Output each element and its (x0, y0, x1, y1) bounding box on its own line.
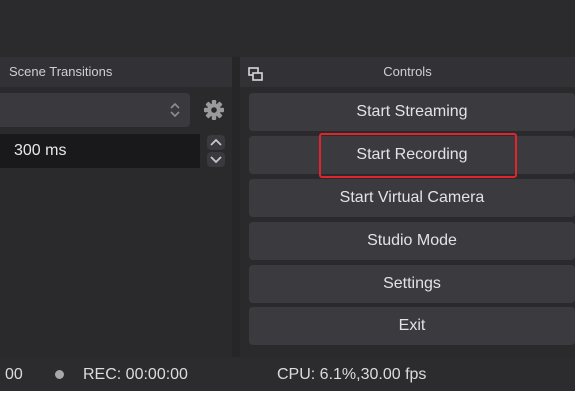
exit-button[interactable]: Exit (249, 307, 575, 345)
start-virtual-camera-button[interactable]: Start Virtual Camera (249, 179, 575, 217)
select-arrows-icon (168, 100, 182, 120)
transition-select[interactable] (0, 93, 190, 127)
start-recording-button[interactable]: Start Recording (249, 136, 575, 174)
record-dot-icon (55, 370, 64, 379)
top-area (0, 0, 575, 56)
spin-up-icon (210, 138, 222, 146)
scene-transitions-title: Scene Transitions (9, 64, 113, 79)
duration-input[interactable]: 300 ms (0, 134, 200, 168)
cpu-usage: CPU: 6.1%,30.00 fps (277, 366, 427, 383)
gear-icon (204, 100, 224, 120)
settings-button[interactable]: Settings (249, 265, 575, 303)
spin-down-button[interactable] (207, 152, 225, 167)
duration-stepper (205, 134, 227, 168)
scene-transitions-body (0, 88, 232, 358)
spin-up-button[interactable] (207, 135, 225, 150)
scene-transitions-header: Scene Transitions (0, 57, 232, 87)
controls-header: Controls (240, 57, 575, 87)
spin-down-icon (210, 156, 222, 164)
status-bar: 00 REC: 00:00:00 CPU: 6.1%,30.00 fps (0, 358, 575, 391)
studio-mode-button[interactable]: Studio Mode (249, 222, 575, 260)
obs-window: Scene Transitions 300 ms Controls Start … (0, 0, 575, 391)
start-streaming-button[interactable]: Start Streaming (249, 93, 575, 131)
stream-time-fragment: 00 (5, 366, 23, 383)
rec-time: REC: 00:00:00 (83, 366, 188, 383)
dock-separator (232, 57, 240, 357)
duration-value: 300 ms (14, 142, 67, 159)
controls-title: Controls (383, 64, 432, 79)
transition-properties-button[interactable] (197, 93, 231, 127)
